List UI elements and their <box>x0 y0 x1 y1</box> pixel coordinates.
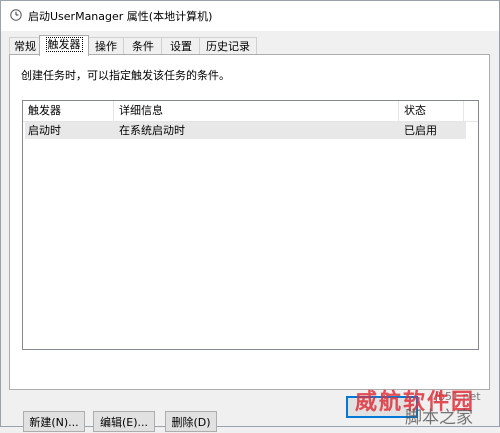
tab-label: 常规 <box>14 40 36 53</box>
table-row[interactable]: 启动时 在系统启动时 已启用 <box>25 122 466 139</box>
tab-label: 历史记录 <box>206 40 250 53</box>
properties-dialog: 启动UserManager 属性(本地计算机) 常规 触发器 操作 条件 设置 … <box>0 0 500 432</box>
tab-label: 设置 <box>170 40 192 53</box>
column-header-details[interactable]: 详细信息 <box>114 101 399 121</box>
tab-label: 操作 <box>95 40 117 53</box>
list-header: 触发器 详细信息 状态 <box>23 101 478 122</box>
triggers-description: 创建任务时，可以指定触发该任务的条件。 <box>21 69 230 82</box>
delete-button[interactable]: 删除(D) <box>165 411 217 432</box>
tab-history[interactable]: 历史记录 <box>199 37 257 55</box>
edit-button[interactable]: 编辑(E)... <box>93 411 155 432</box>
triggers-panel: 创建任务时，可以指定触发该任务的条件。 触发器 详细信息 状态 启动时 在系统启… <box>9 54 490 432</box>
tab-general[interactable]: 常规 <box>9 37 41 55</box>
tab-strip: 常规 触发器 操作 条件 设置 历史记录 <box>9 35 489 56</box>
tab-actions[interactable]: 操作 <box>87 37 125 55</box>
tab-label: 条件 <box>132 40 154 53</box>
tab-settings[interactable]: 设置 <box>161 37 201 55</box>
column-header-trigger[interactable]: 触发器 <box>23 101 114 121</box>
watermark-sub: 脚本之家 <box>405 408 473 428</box>
row-status: 已启用 <box>404 124 437 137</box>
tab-label: 触发器 <box>45 37 83 52</box>
column-header-status[interactable]: 状态 <box>399 101 464 121</box>
row-details: 在系统启动时 <box>119 124 185 137</box>
window-title: 启动UserManager 属性(本地计算机) <box>28 10 213 23</box>
tab-triggers[interactable]: 触发器 <box>39 35 89 56</box>
clock-icon <box>10 9 22 21</box>
tab-conditions[interactable]: 条件 <box>123 37 163 55</box>
row-trigger: 启动时 <box>28 124 61 137</box>
triggers-list[interactable]: 触发器 详细信息 状态 启动时 在系统启动时 已启用 <box>22 100 479 350</box>
title-bar[interactable]: 启动UserManager 属性(本地计算机) <box>1 1 499 31</box>
new-button[interactable]: 新建(N)... <box>23 411 85 432</box>
